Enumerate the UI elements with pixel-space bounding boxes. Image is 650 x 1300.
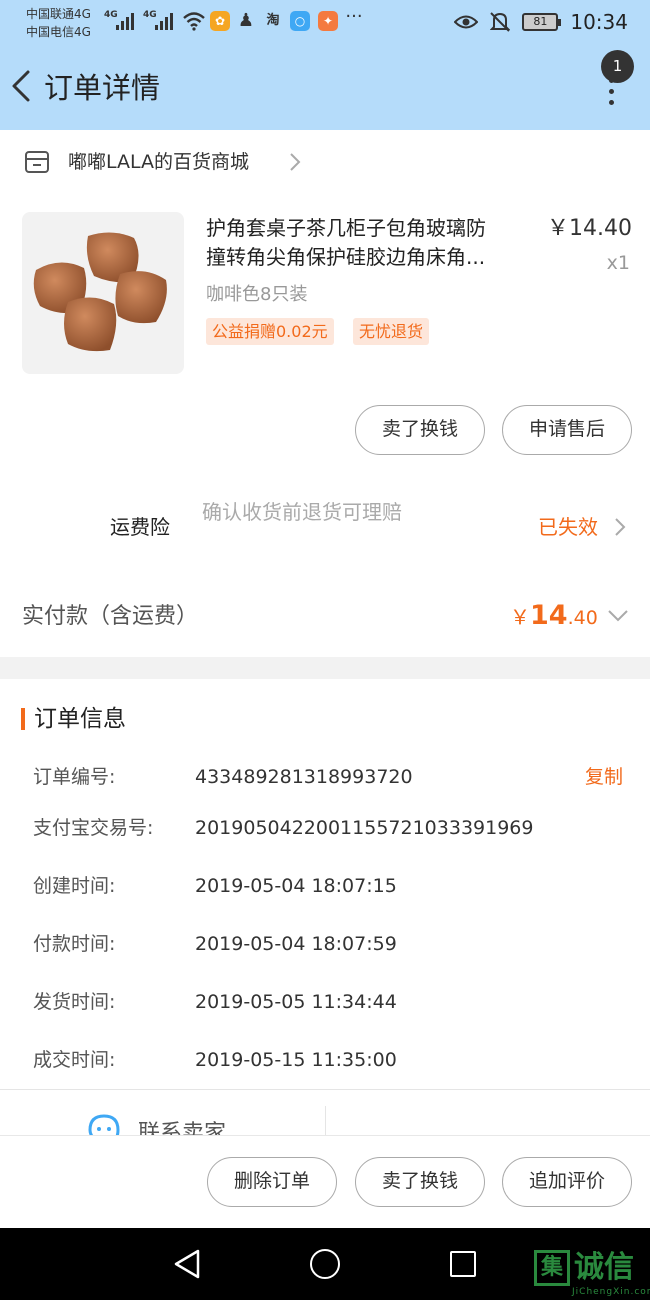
app-icon: ✿ bbox=[210, 11, 230, 31]
contact-separator bbox=[325, 1106, 326, 1135]
nav-back-icon[interactable] bbox=[172, 1248, 202, 1280]
created-time-label: 创建时间: bbox=[33, 875, 116, 897]
carrier-1: 中国联通4G bbox=[26, 7, 91, 21]
watermark-text: 诚信 bbox=[574, 1250, 634, 1285]
carrier-2: 中国电信4G bbox=[26, 25, 91, 39]
product-sku: 咖啡色8只装 bbox=[206, 284, 308, 305]
chevron-right-icon[interactable] bbox=[614, 517, 626, 537]
paid-amount: ￥14.40 bbox=[510, 600, 598, 631]
notification-badge[interactable]: 1 bbox=[601, 50, 634, 83]
paid-decimal: .40 bbox=[567, 607, 598, 629]
completed-time-label: 成交时间: bbox=[33, 1049, 116, 1071]
watermark-mark: 集 bbox=[534, 1250, 570, 1286]
add-review-button[interactable]: 追加评价 bbox=[502, 1157, 632, 1207]
paid-time-label: 付款时间: bbox=[33, 933, 116, 955]
freight-insurance-label: 运费险 bbox=[110, 515, 170, 539]
freight-insurance-status[interactable]: 已失效 bbox=[538, 512, 598, 542]
signal-icon bbox=[155, 10, 173, 30]
shop-row[interactable]: 嘟嘟LALA的百货商城 bbox=[0, 130, 650, 194]
return-tag: 无忧退货 bbox=[353, 318, 430, 345]
chevron-down-icon[interactable] bbox=[606, 608, 630, 624]
shipped-time-label: 发货时间: bbox=[33, 991, 116, 1013]
product-title[interactable]: 护角套桌子茶几柜子包角玻璃防 撞转角尖角保护硅胶边角床角... bbox=[206, 214, 536, 272]
nav-recents-icon[interactable] bbox=[450, 1251, 476, 1277]
paid-integer: 14 bbox=[530, 600, 568, 631]
paid-label: 实付款（含运费） bbox=[22, 604, 199, 629]
status-right: 81 10:34 bbox=[454, 10, 628, 34]
product-title-line1: 护角套桌子茶几柜子包角玻璃防 bbox=[206, 216, 486, 240]
copy-button[interactable]: 复制 bbox=[585, 763, 623, 791]
chevron-right-icon bbox=[290, 153, 301, 171]
completed-time-value: 2019-05-15 11:35:00 bbox=[195, 1049, 397, 1071]
sell-button[interactable]: 卖了换钱 bbox=[355, 405, 485, 455]
back-arrow-icon[interactable] bbox=[6, 66, 36, 106]
order-number-label: 订单编号: bbox=[33, 766, 116, 788]
section-divider bbox=[0, 657, 650, 679]
alipay-trade-value: 2019050422001155721033391969 bbox=[195, 817, 534, 839]
shop-name: 嘟嘟LALA的百货商城 bbox=[68, 151, 250, 173]
mute-bell-icon bbox=[490, 12, 511, 32]
order-number-value: 433489281318993720 bbox=[195, 766, 413, 788]
nav-home-icon[interactable] bbox=[310, 1249, 340, 1279]
status-bar: 中国联通4G 中国电信4G 4G 4G ✿ ♟ 淘 ○ ✦ ··· 81 10:… bbox=[0, 0, 650, 48]
product-price: ￥14.40 bbox=[547, 216, 632, 241]
order-info-title: 订单信息 bbox=[34, 706, 126, 732]
delete-order-button[interactable]: 删除订单 bbox=[207, 1157, 337, 1207]
wifi-icon bbox=[183, 12, 205, 31]
more-dots-icon: ··· bbox=[345, 6, 363, 27]
eye-icon bbox=[454, 15, 479, 29]
contact-seller-label: 联系卖家 bbox=[138, 1121, 227, 1135]
freight-insurance-desc: 确认收货前退货可理赔 bbox=[202, 500, 402, 524]
browser-icon: ○ bbox=[290, 11, 310, 31]
created-time-value: 2019-05-04 18:07:15 bbox=[195, 875, 397, 897]
paid-time-value: 2019-05-04 18:07:59 bbox=[195, 933, 397, 955]
signal-icon bbox=[116, 10, 134, 30]
uc-icon: ✦ bbox=[318, 11, 338, 31]
watermark-logo: 集 诚信 JiChengXin.com bbox=[532, 1248, 650, 1300]
alipay-trade-label: 支付宝交易号: bbox=[33, 817, 154, 839]
product-title-line2: 撞转角尖角保护硅胶边角床角... bbox=[206, 245, 486, 269]
header: 订单详情 1 bbox=[0, 48, 650, 130]
carrier-info: 中国联通4G 中国电信4G bbox=[26, 5, 91, 41]
product-quantity: x1 bbox=[606, 252, 630, 274]
qq-icon: ♟ bbox=[237, 10, 255, 31]
shop-icon bbox=[25, 151, 49, 173]
product-photo bbox=[33, 232, 167, 352]
watermark-sub: JiChengXin.com bbox=[572, 1287, 650, 1297]
product-image[interactable] bbox=[22, 212, 184, 374]
shipped-time-value: 2019-05-05 11:34:44 bbox=[195, 991, 397, 1013]
charity-tag: 公益捐赠0.02元 bbox=[206, 318, 334, 345]
clock: 10:34 bbox=[570, 10, 628, 34]
chat-icon bbox=[88, 1114, 120, 1135]
battery-icon: 81 bbox=[522, 13, 562, 31]
taobao-icon: 淘 bbox=[266, 13, 280, 28]
bottom-action-bar: 删除订单 卖了换钱 追加评价 bbox=[0, 1135, 650, 1228]
section-accent-bar bbox=[21, 708, 25, 730]
sell-button-bottom[interactable]: 卖了换钱 bbox=[355, 1157, 485, 1207]
page-title: 订单详情 bbox=[44, 71, 161, 105]
paid-currency: ￥ bbox=[510, 605, 530, 629]
contact-seller-row[interactable]: 联系卖家 bbox=[0, 1090, 650, 1135]
after-sale-button[interactable]: 申请售后 bbox=[502, 405, 632, 455]
